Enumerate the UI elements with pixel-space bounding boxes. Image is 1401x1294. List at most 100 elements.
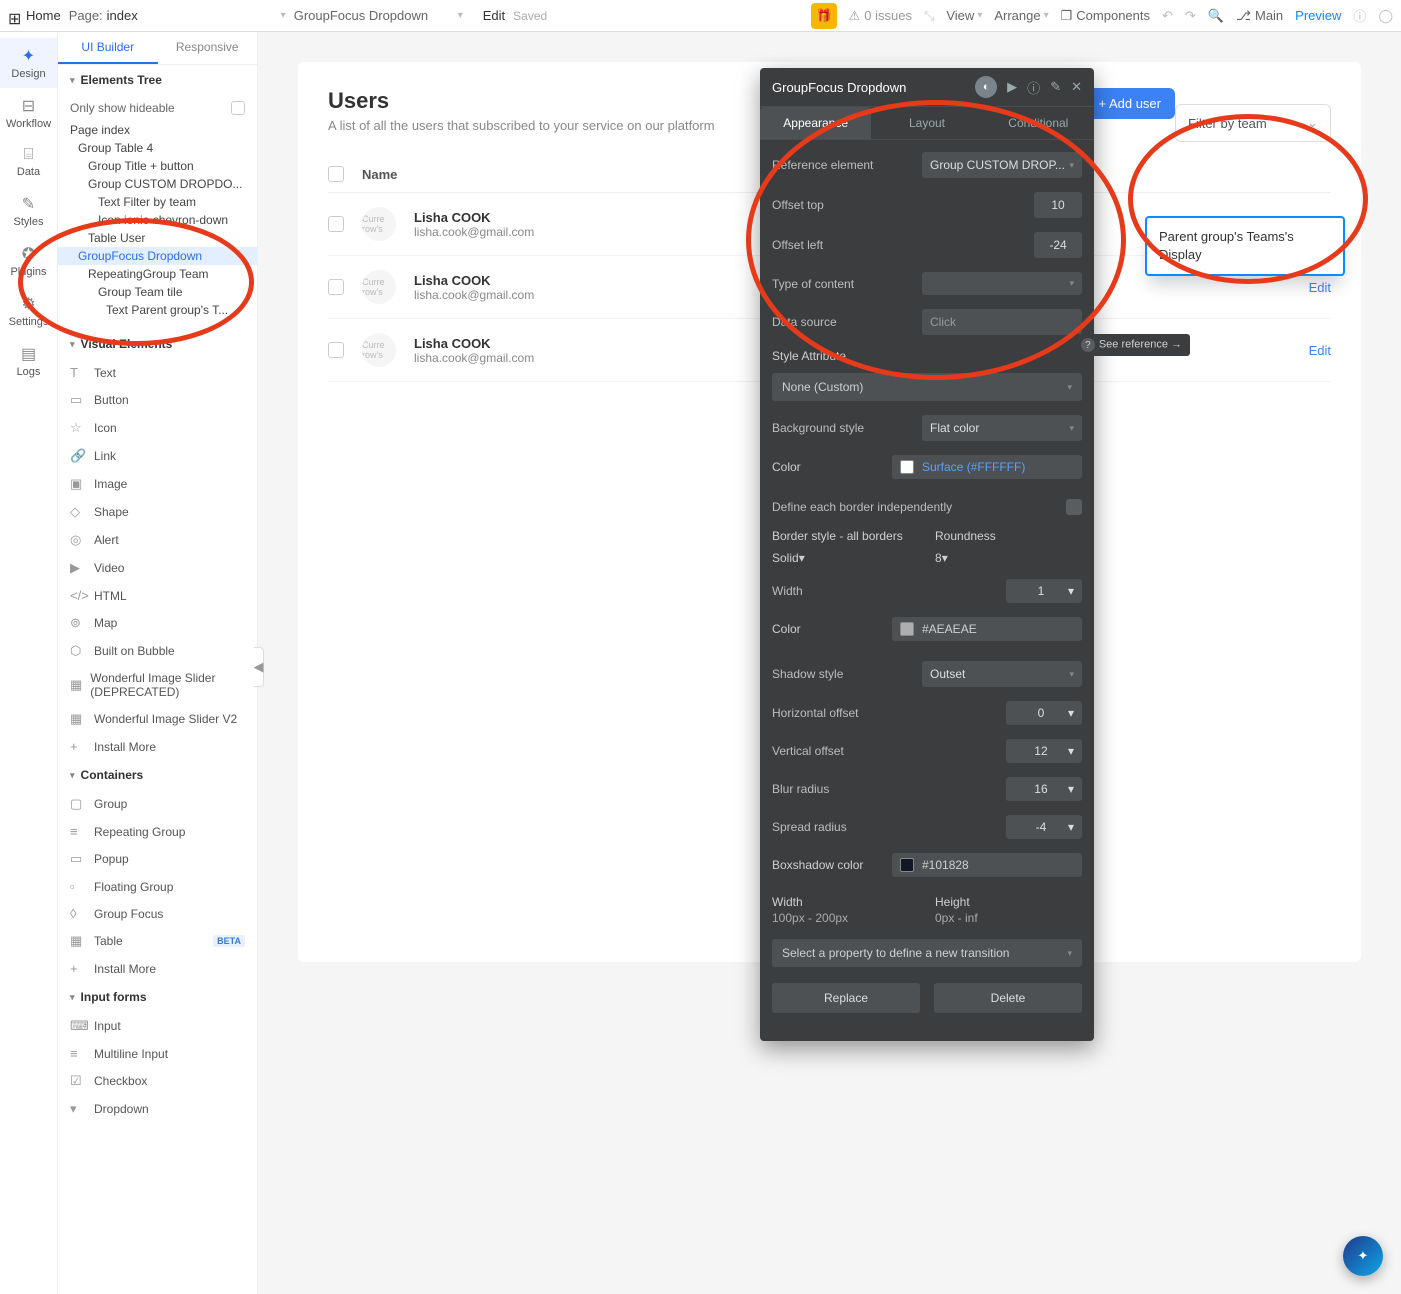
rail-styles[interactable]: ✎Styles <box>0 186 57 236</box>
groupfocus-dropdown-popup[interactable]: Parent group's Teams's Display <box>1145 216 1345 276</box>
row-checkbox[interactable] <box>328 279 344 295</box>
border-color-input[interactable]: #AEAEAE <box>892 617 1082 641</box>
see-reference-tooltip[interactable]: See reference → <box>1073 334 1190 356</box>
gift-icon[interactable]: 🎁 <box>811 3 837 29</box>
palette-image[interactable]: ▣Image <box>58 470 257 498</box>
rail-logs[interactable]: ▤Logs <box>0 336 57 386</box>
reveal-icon[interactable]: ◐ <box>975 76 997 98</box>
tree-node[interactable]: Icon ionic-chevron-down <box>58 211 257 229</box>
add-user-button[interactable]: + Add user <box>1084 88 1175 119</box>
reference-element-select[interactable]: Group CUSTOM DROP...▾ <box>922 152 1082 178</box>
tab-layout[interactable]: Layout <box>871 107 982 139</box>
bg-color-input[interactable]: Surface (#FFFFFF) <box>892 455 1082 479</box>
tab-appearance[interactable]: Appearance <box>760 107 871 139</box>
palette-install-containers[interactable]: +Install More <box>58 955 257 982</box>
data-source-input[interactable]: Click <box>922 309 1082 335</box>
help-icon[interactable]: ⓘ <box>1353 6 1366 25</box>
section-elements-tree[interactable]: ▾Elements Tree <box>58 65 257 95</box>
row-checkbox[interactable] <box>328 342 344 358</box>
palette-slider2[interactable]: ▦Wonderful Image Slider V2 <box>58 705 257 733</box>
style-attribute-select[interactable]: None (Custom)▾ <box>772 373 1082 401</box>
palette-text[interactable]: TText <box>58 359 257 386</box>
palette-checkbox[interactable]: ☑Checkbox <box>58 1067 257 1095</box>
play-icon[interactable]: ▶ <box>1007 79 1017 95</box>
redo-icon[interactable]: ↷ <box>1185 8 1196 24</box>
palette-multiline[interactable]: ≡Multiline Input <box>58 1040 257 1067</box>
rail-workflow[interactable]: ⊟Workflow <box>0 88 57 138</box>
section-containers[interactable]: ▾Containers <box>58 760 257 790</box>
palette-built[interactable]: ⬡Built on Bubble <box>58 637 257 665</box>
palette-icon[interactable]: ☆Icon <box>58 414 257 442</box>
blur-input[interactable]: 16▾ <box>1006 777 1082 801</box>
voffset-input[interactable]: 12▾ <box>1006 739 1082 763</box>
rail-data[interactable]: ⌸Data <box>0 138 57 186</box>
background-style-select[interactable]: Flat color▾ <box>922 415 1082 441</box>
home-button[interactable]: Home <box>8 8 61 23</box>
palette-install[interactable]: +Install More <box>58 733 257 760</box>
comment-icon[interactable]: ✎ <box>1050 79 1061 95</box>
arrange-menu[interactable]: Arrange▾ <box>994 8 1048 23</box>
close-icon[interactable]: ✕ <box>1071 79 1082 95</box>
avatar-icon[interactable]: ◯ <box>1378 8 1393 24</box>
replace-button[interactable]: Replace <box>772 983 920 1013</box>
branch-selector[interactable]: ⎇ Main <box>1236 8 1283 24</box>
type-content-select[interactable]: ▾ <box>922 272 1082 295</box>
tree-node[interactable]: Group Team tile <box>58 283 257 301</box>
undo-icon[interactable]: ↶ <box>1162 8 1173 24</box>
collapse-tree-handle[interactable]: ◀ <box>254 647 264 687</box>
border-style-select[interactable]: Solid▾ <box>772 551 919 565</box>
palette-popup[interactable]: ▭Popup <box>58 845 257 873</box>
element-selector[interactable]: GroupFocus Dropdown <box>294 8 454 23</box>
shadow-color-input[interactable]: #101828 <box>892 853 1082 877</box>
tab-ui-builder[interactable]: UI Builder <box>58 32 158 64</box>
rail-settings[interactable]: ⚙Settings <box>0 286 57 336</box>
select-all-checkbox[interactable] <box>328 166 344 182</box>
tree-node[interactable]: RepeatingGroup Team <box>58 265 257 283</box>
palette-shape[interactable]: ◇Shape <box>58 498 257 526</box>
rail-plugins[interactable]: ✪Plugins <box>0 236 57 286</box>
border-each-toggle[interactable] <box>1066 499 1082 515</box>
border-width-input[interactable]: 1▾ <box>1006 579 1082 603</box>
spread-input[interactable]: -4▾ <box>1006 815 1082 839</box>
chevron-icon[interactable]: ⤡ <box>924 8 934 24</box>
palette-map[interactable]: ⊚Map <box>58 609 257 637</box>
tree-node-selected[interactable]: GroupFocus Dropdown <box>58 247 257 265</box>
palette-group[interactable]: ▢Group <box>58 790 257 818</box>
hoffset-input[interactable]: 0▾ <box>1006 701 1082 725</box>
edit-link[interactable]: Edit <box>1309 343 1331 358</box>
tree-node[interactable]: Group Title + button <box>58 157 257 175</box>
search-icon[interactable]: 🔍 <box>1208 8 1224 24</box>
tree-node[interactable]: Group CUSTOM DROPDO... <box>58 175 257 193</box>
edit-link[interactable]: Edit <box>1309 280 1331 295</box>
tab-conditional[interactable]: Conditional <box>983 107 1094 139</box>
palette-floating[interactable]: ▫Floating Group <box>58 873 257 900</box>
page-selector[interactable]: index <box>107 8 277 23</box>
palette-link[interactable]: 🔗Link <box>58 442 257 470</box>
section-visual-elements[interactable]: ▾Visual Elements <box>58 329 257 359</box>
transition-select[interactable]: Select a property to define a new transi… <box>772 939 1082 967</box>
hideable-checkbox[interactable] <box>231 101 245 115</box>
tree-node[interactable]: Group Table 4 <box>58 139 257 157</box>
preview-button[interactable]: Preview <box>1295 8 1341 23</box>
rail-design[interactable]: ✦Design <box>0 38 57 88</box>
palette-slider1[interactable]: ▦Wonderful Image Slider (DEPRECATED) <box>58 665 257 705</box>
palette-repeating-group[interactable]: ≡Repeating Group <box>58 818 257 845</box>
view-menu[interactable]: View▾ <box>946 8 982 23</box>
palette-input[interactable]: ⌨Input <box>58 1012 257 1040</box>
tab-responsive[interactable]: Responsive <box>158 32 258 64</box>
palette-dropdown[interactable]: ▾Dropdown <box>58 1095 257 1123</box>
offset-left-input[interactable]: -24 <box>1034 232 1082 258</box>
palette-video[interactable]: ▶Video <box>58 554 257 582</box>
help-chat-bubble[interactable]: ✦ <box>1343 1236 1383 1276</box>
tree-node[interactable]: Text Parent group's T... <box>58 301 257 319</box>
roundness-input[interactable]: 8▾ <box>935 551 1082 565</box>
palette-table[interactable]: ▦TableBETA <box>58 927 257 955</box>
tree-node[interactable]: Table User <box>58 229 257 247</box>
issues-button[interactable]: ⚠ 0 issues <box>849 8 912 24</box>
palette-html[interactable]: </>HTML <box>58 582 257 609</box>
info-icon[interactable]: ⓘ <box>1027 78 1040 97</box>
palette-alert[interactable]: ◎Alert <box>58 526 257 554</box>
palette-button[interactable]: ▭Button <box>58 386 257 414</box>
tree-node-page[interactable]: Page index <box>58 121 257 139</box>
components-button[interactable]: ❒ Components <box>1061 8 1150 24</box>
